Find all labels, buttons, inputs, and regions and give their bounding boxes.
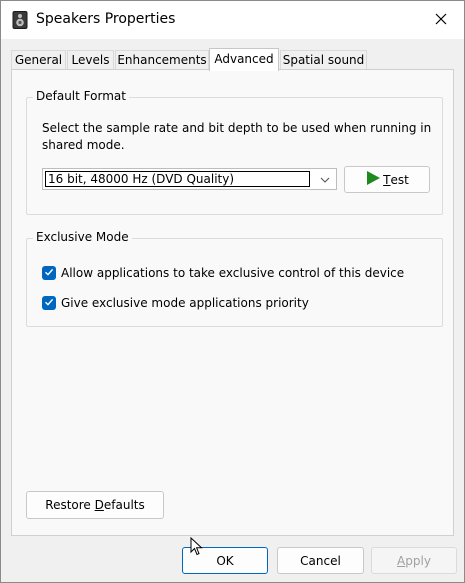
advanced-tab-panel: Default Format Select the sample rate an… [11, 69, 454, 536]
window-title: Speakers Properties [36, 11, 176, 27]
apply-label: pply [405, 553, 431, 568]
restore-defaults-prefix: Restore [45, 498, 95, 512]
check-icon [44, 296, 54, 310]
default-format-label: Default Format [33, 89, 129, 103]
default-format-description: Select the sample rate and bit depth to … [42, 121, 432, 152]
default-format-group: Default Format Select the sample rate an… [26, 89, 443, 215]
chevron-down-icon [319, 174, 331, 186]
tab-enhancements[interactable]: Enhancements [115, 50, 209, 69]
exclusive-mode-label: Exclusive Mode [33, 230, 132, 244]
restore-defaults-rest: efaults [103, 498, 145, 512]
restore-defaults-mnemonic: D [94, 498, 104, 512]
tab-general[interactable]: General [11, 50, 66, 69]
exclusive-priority-label: Give exclusive mode applications priorit… [61, 296, 309, 310]
apply-button[interactable]: Apply [371, 547, 457, 574]
apply-mnemonic: A [397, 553, 406, 568]
cancel-button[interactable]: Cancel [277, 547, 364, 574]
tab-levels[interactable]: Levels [67, 50, 114, 69]
close-icon [435, 13, 447, 28]
exclusive-priority-option[interactable]: Give exclusive mode applications priorit… [42, 294, 309, 312]
exclusive-priority-checkbox[interactable] [42, 296, 56, 310]
play-icon [365, 170, 381, 189]
speakers-properties-dialog: Speakers Properties General Levels Enhan… [0, 0, 465, 583]
tab-spatial-sound[interactable]: Spatial sound [280, 50, 367, 69]
test-button[interactable]: Test [344, 166, 430, 193]
test-button-label: est [390, 172, 409, 187]
tab-advanced[interactable]: Advanced [209, 48, 279, 71]
allow-exclusive-control-option[interactable]: Allow applications to take exclusive con… [42, 264, 404, 282]
title-bar: Speakers Properties [1, 1, 464, 39]
allow-exclusive-control-checkbox[interactable] [42, 266, 56, 280]
mouse-pointer-icon [190, 536, 204, 557]
speaker-icon [12, 11, 28, 29]
close-button[interactable] [418, 1, 464, 39]
allow-exclusive-control-label: Allow applications to take exclusive con… [61, 266, 405, 280]
sample-rate-selected-value: 16 bit, 48000 Hz (DVD Quality) [45, 171, 310, 187]
sample-rate-dropdown[interactable]: 16 bit, 48000 Hz (DVD Quality) [42, 168, 337, 190]
test-button-mnemonic: T [383, 172, 391, 187]
exclusive-mode-group: Exclusive Mode Allow applications to tak… [26, 230, 443, 327]
check-icon [44, 266, 54, 280]
restore-defaults-button[interactable]: Restore Defaults [26, 491, 164, 519]
